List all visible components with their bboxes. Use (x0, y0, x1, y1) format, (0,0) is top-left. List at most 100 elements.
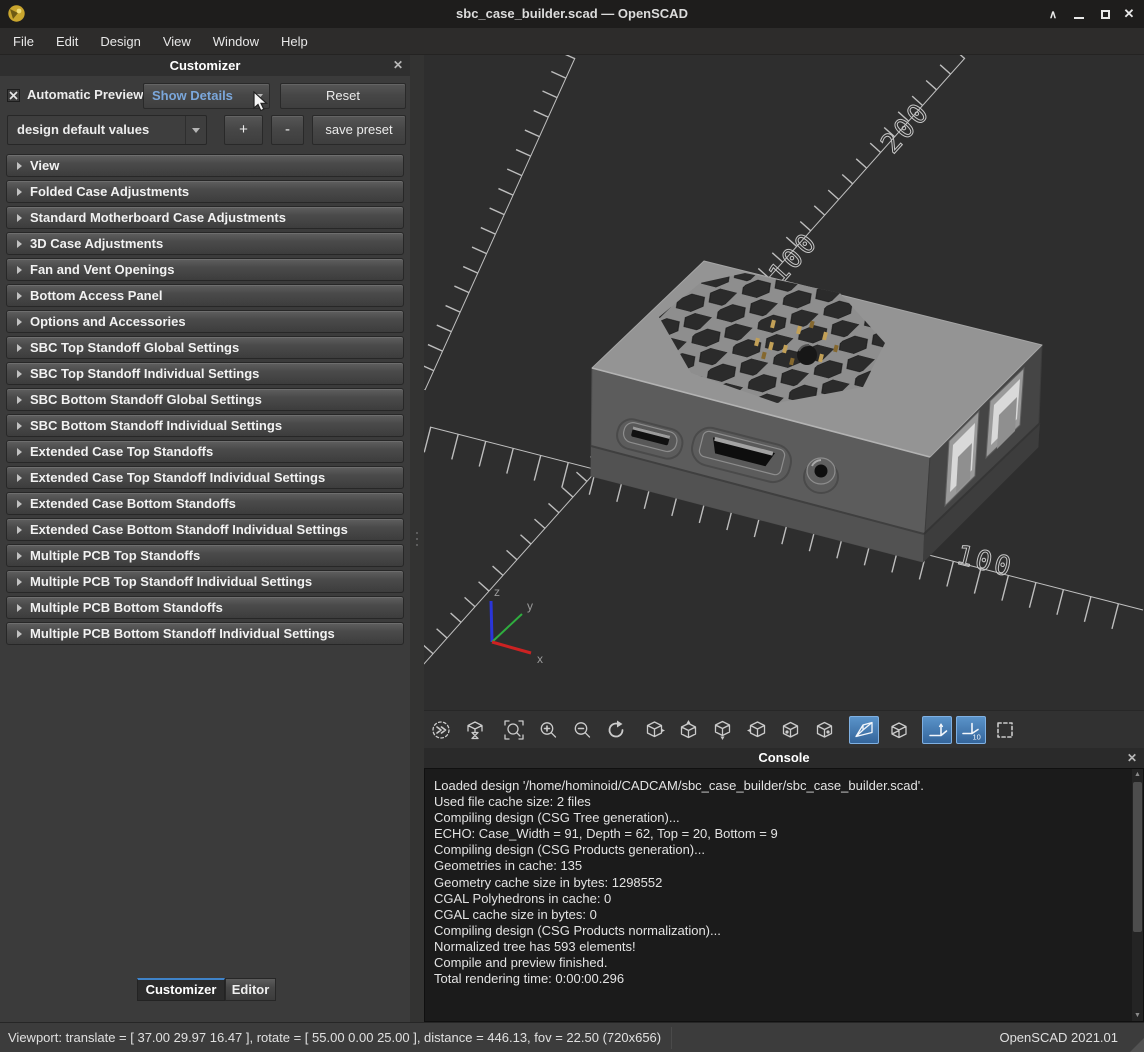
view-front-icon[interactable] (776, 716, 806, 744)
view-back-icon[interactable] (810, 716, 840, 744)
section-mpcb-top-standoffs[interactable]: Multiple PCB Top Standoffs (6, 544, 404, 567)
chevron-right-icon (17, 500, 22, 508)
chevron-right-icon (17, 578, 22, 586)
console-line: ECHO: Case_Width = 91, Depth = 62, Top =… (434, 826, 1123, 842)
console-panel: Console ✕ Loaded design '/home/hominoid/… (424, 748, 1144, 1022)
section-sbc-top-individual[interactable]: SBC Top Standoff Individual Settings (6, 362, 404, 385)
view-right-icon[interactable] (640, 716, 670, 744)
chevron-right-icon (17, 526, 22, 534)
section-ext-top-standoffs[interactable]: Extended Case Top Standoffs (6, 440, 404, 463)
section-ext-bottom-standoffs[interactable]: Extended Case Bottom Standoffs (6, 492, 404, 515)
close-window-icon[interactable]: ✕ (1116, 0, 1142, 28)
parameter-sections: View Folded Case Adjustments Standard Mo… (0, 154, 410, 645)
view-left-icon[interactable] (742, 716, 772, 744)
case-model (591, 255, 1042, 562)
add-preset-button[interactable]: + (224, 115, 263, 145)
chevron-right-icon (17, 188, 22, 196)
save-preset-button[interactable]: save preset (312, 115, 406, 145)
console-line: Total rendering time: 0:00:00.296 (434, 971, 1123, 987)
minimize-window-icon[interactable] (1066, 0, 1092, 28)
menu-window[interactable]: Window (202, 28, 270, 55)
zoom-out-icon[interactable] (567, 716, 597, 744)
section-mpcb-bottom-individual[interactable]: Multiple PCB Bottom Standoff Individual … (6, 622, 404, 645)
render-icon[interactable] (460, 716, 490, 744)
view-top-icon[interactable] (674, 716, 704, 744)
maximize-window-icon[interactable] (1092, 0, 1118, 28)
preview-icon[interactable] (426, 716, 456, 744)
window-title: sbc_case_builder.scad — OpenSCAD (0, 0, 1144, 28)
console-close-icon[interactable]: ✕ (1127, 748, 1137, 768)
3d-viewport[interactable]: 100 200 100 (424, 55, 1144, 710)
remove-preset-button[interactable]: - (271, 115, 304, 145)
orthogonal-icon[interactable] (883, 716, 913, 744)
section-3d-case[interactable]: 3D Case Adjustments (6, 232, 404, 255)
console-log: Loaded design '/home/hominoid/CADCAM/sbc… (424, 768, 1144, 1022)
chevron-right-icon (17, 240, 22, 248)
console-header: Console ✕ (424, 748, 1144, 768)
section-mpcb-top-individual[interactable]: Multiple PCB Top Standoff Individual Set… (6, 570, 404, 593)
chevron-right-icon (17, 214, 22, 222)
zoom-all-icon[interactable] (499, 716, 529, 744)
panel-splitter[interactable] (410, 55, 424, 1022)
scroll-up-icon[interactable]: ▲ (1132, 769, 1143, 780)
panel-tabs: Customizer Editor (137, 978, 276, 1001)
chevron-right-icon (17, 630, 22, 638)
viewport-toolbar: 10 (424, 710, 1144, 748)
menu-file[interactable]: File (2, 28, 45, 55)
console-line: Used file cache size: 2 files (434, 794, 1123, 810)
resize-grip[interactable] (1130, 1038, 1144, 1052)
section-view[interactable]: View (6, 154, 404, 177)
show-edges-icon[interactable] (990, 716, 1020, 744)
right-area: 100 200 100 (424, 55, 1144, 1022)
menu-view[interactable]: View (152, 28, 202, 55)
console-line: CGAL cache size in bytes: 0 (434, 907, 1123, 923)
automatic-preview-checkbox[interactable] (7, 89, 20, 102)
customizer-panel: Customizer ✕ Automatic Preview Show Deta… (0, 55, 410, 1022)
console-line: Compiling design (CSG Products generatio… (434, 842, 1123, 858)
console-line: CGAL Polyhedrons in cache: 0 (434, 891, 1123, 907)
reset-view-icon[interactable] (601, 716, 631, 744)
console-line: Geometry cache size in bytes: 1298552 (434, 875, 1123, 891)
console-line: Geometries in cache: 135 (434, 858, 1123, 874)
viewport-status-text: Viewport: translate = [ 37.00 29.97 16.4… (0, 1027, 672, 1049)
show-axes-icon[interactable] (922, 716, 952, 744)
chevron-right-icon (17, 396, 22, 404)
tab-editor[interactable]: Editor (225, 978, 276, 1001)
view-bottom-icon[interactable] (708, 716, 738, 744)
tab-customizer[interactable]: Customizer (137, 978, 225, 1001)
section-ext-bottom-individual[interactable]: Extended Case Bottom Standoff Individual… (6, 518, 404, 541)
preset-dropdown[interactable]: design default values (7, 115, 207, 145)
console-line: Loaded design '/home/hominoid/CADCAM/sbc… (434, 778, 1123, 794)
section-standard-motherboard[interactable]: Standard Motherboard Case Adjustments (6, 206, 404, 229)
section-sbc-bottom-individual[interactable]: SBC Bottom Standoff Individual Settings (6, 414, 404, 437)
zoom-in-icon[interactable] (533, 716, 563, 744)
section-ext-top-individual[interactable]: Extended Case Top Standoff Individual Se… (6, 466, 404, 489)
section-options-accessories[interactable]: Options and Accessories (6, 310, 404, 333)
menu-help[interactable]: Help (270, 28, 319, 55)
section-sbc-top-global[interactable]: SBC Top Standoff Global Settings (6, 336, 404, 359)
x-axis-label: x (537, 652, 543, 666)
menu-design[interactable]: Design (89, 28, 151, 55)
scrollbar-thumb[interactable] (1133, 782, 1142, 932)
chevron-right-icon (17, 552, 22, 560)
menu-edit[interactable]: Edit (45, 28, 89, 55)
scroll-down-icon[interactable]: ▼ (1132, 1010, 1143, 1021)
status-bar: Viewport: translate = [ 37.00 29.97 16.4… (0, 1022, 1144, 1052)
console-scrollbar[interactable]: ▲ ▼ (1132, 769, 1143, 1021)
detail-level-dropdown[interactable]: Show Details (143, 83, 270, 109)
chevron-right-icon (17, 604, 22, 612)
reset-button[interactable]: Reset (280, 83, 406, 109)
show-scale-markers-icon[interactable]: 10 (956, 716, 986, 744)
section-mpcb-bottom-standoffs[interactable]: Multiple PCB Bottom Standoffs (6, 596, 404, 619)
section-folded-case[interactable]: Folded Case Adjustments (6, 180, 404, 203)
console-line: Normalized tree has 593 elements! (434, 939, 1123, 955)
automatic-preview-label: Automatic Preview (27, 87, 143, 102)
section-bottom-access[interactable]: Bottom Access Panel (6, 284, 404, 307)
shade-window-icon[interactable]: ∧ (1040, 0, 1066, 28)
customizer-close-icon[interactable]: ✕ (393, 55, 403, 76)
z-axis-label: z (494, 585, 500, 599)
section-fan-vent[interactable]: Fan and Vent Openings (6, 258, 404, 281)
chevron-right-icon (17, 266, 22, 274)
perspective-icon[interactable] (849, 716, 879, 744)
section-sbc-bottom-global[interactable]: SBC Bottom Standoff Global Settings (6, 388, 404, 411)
